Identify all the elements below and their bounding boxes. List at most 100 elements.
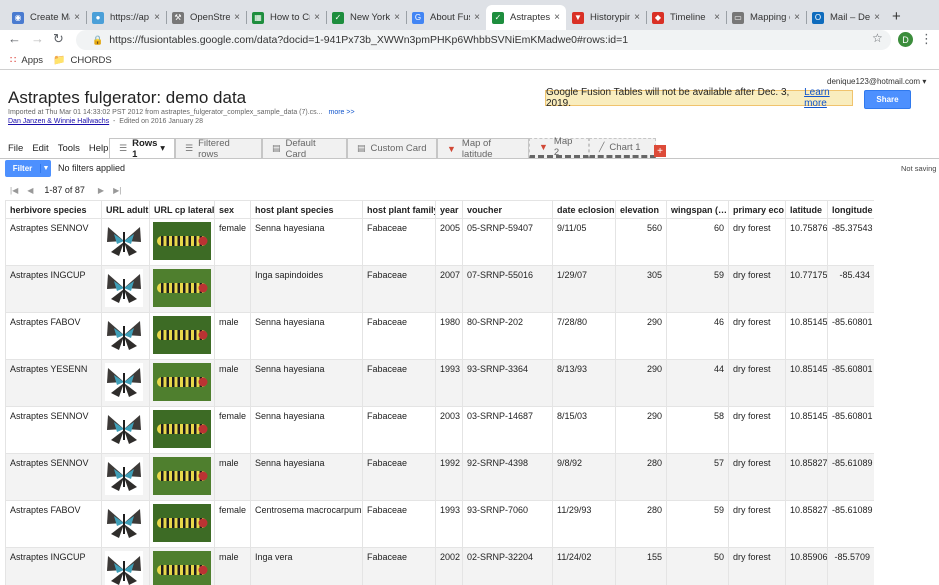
table-cell[interactable]: dry forest	[728, 547, 786, 585]
table-cell[interactable]	[101, 265, 150, 313]
menu-tools[interactable]: Tools	[58, 143, 80, 154]
browser-tab[interactable]: ✓ New York ×	[326, 5, 406, 30]
view-tab[interactable]: ▼ Map 2	[529, 136, 589, 158]
table-cell[interactable]: dry forest	[728, 453, 786, 501]
close-icon[interactable]: ×	[794, 12, 800, 23]
table-cell[interactable]: 280	[615, 453, 667, 501]
table-cell[interactable]: -85.61089	[827, 500, 874, 548]
table-cell[interactable]: 10.77175	[785, 265, 828, 313]
table-cell[interactable]: 03-SRNP-14687	[462, 406, 553, 454]
table-cell[interactable]: Senna hayesiana	[250, 406, 363, 454]
close-icon[interactable]: ×	[314, 12, 320, 23]
table-row[interactable]: Astraptes SENNOV male Senna hayesiana Fabac…	[5, 453, 874, 501]
first-page-icon[interactable]: |◀	[10, 186, 18, 195]
bookmark-chords[interactable]: 📁 CHORDS	[53, 55, 112, 66]
table-cell[interactable]: Senna hayesiana	[250, 312, 363, 360]
close-icon[interactable]: ×	[554, 12, 560, 23]
table-cell[interactable]: Fabaceae	[362, 218, 436, 266]
table-cell[interactable]: female	[214, 406, 251, 454]
table-cell[interactable]: 10.85827	[785, 453, 828, 501]
table-cell[interactable]: 280	[615, 500, 667, 548]
table-cell[interactable]: 10.85827	[785, 500, 828, 548]
table-row[interactable]: Astraptes YESENN male Senna hayesiana Fabac…	[5, 359, 874, 407]
table-cell[interactable]: 46	[666, 312, 729, 360]
table-cell[interactable]: 7/28/80	[552, 312, 616, 360]
view-tab[interactable]: ▤ Custom Card	[347, 138, 437, 158]
column-header[interactable]: URL cp lateral	[149, 200, 215, 219]
view-tab[interactable]: ▤ Default Card	[262, 138, 347, 160]
column-header[interactable]: wingspan (…	[666, 200, 729, 219]
share-button[interactable]: Share	[864, 90, 911, 109]
table-cell[interactable]: 11/29/93	[552, 500, 616, 548]
view-tab[interactable]: ▼ Map of latitude	[437, 138, 529, 160]
table-cell[interactable]: 59	[666, 500, 729, 548]
table-cell[interactable]: Astraptes SENNOV	[5, 406, 102, 454]
table-cell[interactable]: 10.85906	[785, 547, 828, 585]
table-cell[interactable]: male	[214, 453, 251, 501]
table-cell[interactable]: dry forest	[728, 406, 786, 454]
address-bar[interactable]: 🔒 https://fusiontables.google.com/data?d…	[76, 30, 891, 50]
table-cell[interactable]: 8/15/03	[552, 406, 616, 454]
table-cell[interactable]	[101, 547, 150, 585]
table-cell[interactable]: 290	[615, 312, 667, 360]
browser-tab[interactable]: O Mail – Dei ×	[806, 5, 886, 30]
table-cell[interactable]	[149, 453, 215, 501]
table-cell[interactable]: 93-SRNP-7060	[462, 500, 553, 548]
table-cell[interactable]: Fabaceae	[362, 359, 436, 407]
table-cell[interactable]: 155	[615, 547, 667, 585]
filter-button[interactable]: Filter ▼	[5, 160, 51, 177]
table-cell[interactable]: 2007	[435, 265, 463, 313]
table-cell[interactable]: -85.60801	[827, 359, 874, 407]
table-cell[interactable]: 2005	[435, 218, 463, 266]
close-icon[interactable]: ×	[714, 12, 720, 23]
table-cell[interactable]	[149, 500, 215, 548]
column-header[interactable]: date eclosion	[552, 200, 616, 219]
reload-icon[interactable]: ↻	[53, 31, 64, 47]
table-cell[interactable]	[214, 265, 251, 313]
table-row[interactable]: Astraptes FABOV male Senna hayesiana Fabace…	[5, 312, 874, 360]
profile-avatar[interactable]: D	[898, 32, 913, 47]
table-cell[interactable]: dry forest	[728, 218, 786, 266]
menu-help[interactable]: Help	[89, 143, 109, 154]
table-cell[interactable]: -85.5709	[827, 547, 874, 585]
table-cell[interactable]: -85.60801	[827, 312, 874, 360]
forward-arrow-icon[interactable]: →	[31, 31, 44, 46]
table-cell[interactable]: Astraptes SENNOV	[5, 453, 102, 501]
table-cell[interactable]: -85.434	[827, 265, 874, 313]
table-row[interactable]: Astraptes SENNOV female Senna hayesiana Fab…	[5, 218, 874, 266]
prev-page-icon[interactable]: ◀	[27, 186, 33, 195]
browser-menu-icon[interactable]: ⋮	[920, 31, 933, 47]
browser-tab[interactable]: ▦ How to Cr ×	[246, 5, 326, 30]
table-cell[interactable]: 58	[666, 406, 729, 454]
table-cell[interactable]: Fabaceae	[362, 265, 436, 313]
table-row[interactable]: Astraptes FABOV female Centrosema macrocar…	[5, 500, 874, 548]
table-cell[interactable]: 10.85145	[785, 359, 828, 407]
chevron-down-icon[interactable]: ▾	[160, 143, 165, 154]
back-arrow-icon[interactable]: ←	[8, 31, 21, 46]
table-cell[interactable]: female	[214, 218, 251, 266]
browser-tab[interactable]: ◉ Create Ma ×	[6, 5, 86, 30]
table-cell[interactable]: 1/29/07	[552, 265, 616, 313]
table-cell[interactable]: 44	[666, 359, 729, 407]
browser-tab[interactable]: G About Fus ×	[406, 5, 486, 30]
bookmark-star-icon[interactable]: ☆	[872, 31, 883, 45]
browser-tab[interactable]: ◆ Timeline ×	[646, 5, 726, 30]
table-cell[interactable]: 59	[666, 265, 729, 313]
more-link[interactable]: more >>	[328, 109, 354, 116]
table-cell[interactable]: 93-SRNP-3364	[462, 359, 553, 407]
table-cell[interactable]	[149, 265, 215, 313]
next-page-icon[interactable]: ▶	[98, 186, 104, 195]
table-cell[interactable]: 9/11/05	[552, 218, 616, 266]
table-cell[interactable]: dry forest	[728, 265, 786, 313]
table-cell[interactable]: 9/8/92	[552, 453, 616, 501]
table-cell[interactable]: 305	[615, 265, 667, 313]
table-cell[interactable]: 1992	[435, 453, 463, 501]
close-icon[interactable]: ×	[394, 12, 400, 23]
table-cell[interactable]: female	[214, 500, 251, 548]
table-cell[interactable]: 1993	[435, 359, 463, 407]
close-icon[interactable]: ×	[474, 12, 480, 23]
table-cell[interactable]: male	[214, 359, 251, 407]
bookmark-apps[interactable]: ∷ Apps	[10, 55, 43, 66]
close-icon[interactable]: ×	[874, 12, 880, 23]
new-tab-button[interactable]: +	[892, 8, 901, 25]
